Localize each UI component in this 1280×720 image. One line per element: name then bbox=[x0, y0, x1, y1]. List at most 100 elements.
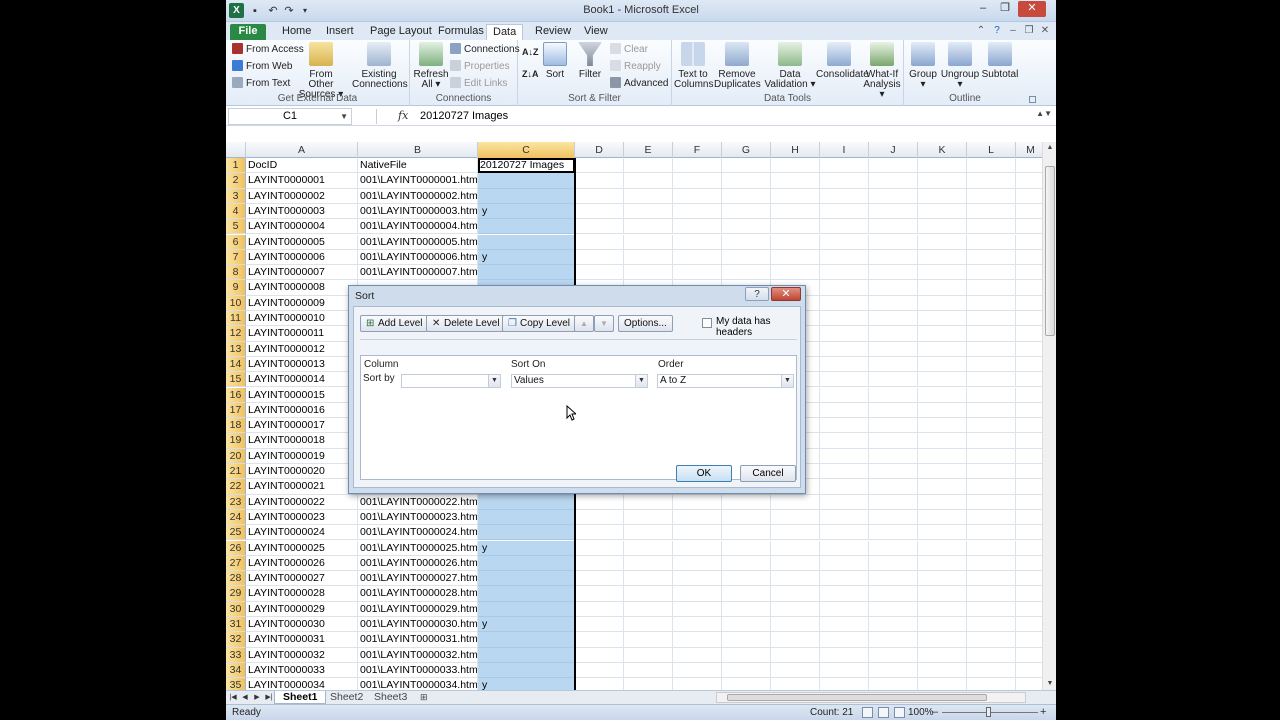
cell-b[interactable]: 001\LAYINT0000032.htm bbox=[358, 647, 478, 663]
cell-empty[interactable] bbox=[918, 433, 967, 449]
cell-empty[interactable] bbox=[967, 280, 1016, 296]
cell-empty[interactable] bbox=[820, 418, 869, 434]
cell-b[interactable]: NativeFile bbox=[358, 158, 478, 174]
cell-empty[interactable] bbox=[575, 647, 624, 663]
from-web-button[interactable]: From Web bbox=[232, 59, 293, 75]
column-header-l[interactable]: L bbox=[967, 142, 1016, 158]
cell-empty[interactable] bbox=[967, 173, 1016, 189]
cell-empty[interactable] bbox=[575, 601, 624, 617]
sort-button[interactable]: Sort bbox=[542, 42, 568, 80]
cell-a[interactable]: LAYINT0000007 bbox=[246, 265, 358, 281]
cell-b[interactable]: 001\LAYINT0000007.htm bbox=[358, 265, 478, 281]
cell-empty[interactable] bbox=[967, 402, 1016, 419]
cell-a[interactable]: LAYINT0000022 bbox=[246, 494, 358, 510]
cell-empty[interactable] bbox=[918, 540, 967, 556]
cell-empty[interactable] bbox=[673, 586, 722, 602]
cell-empty[interactable] bbox=[624, 525, 673, 541]
row-header[interactable]: 7 bbox=[226, 249, 246, 266]
row-header[interactable]: 20 bbox=[226, 448, 246, 464]
vertical-scrollbar[interactable]: ▲ ▼ bbox=[1042, 142, 1056, 690]
column-header-i[interactable]: I bbox=[820, 142, 869, 158]
cell-empty[interactable] bbox=[918, 509, 967, 526]
insert-function-icon[interactable]: fx bbox=[398, 108, 412, 124]
page-layout-view-icon[interactable] bbox=[878, 707, 889, 718]
cell-empty[interactable] bbox=[869, 662, 918, 679]
tab-review[interactable]: Review bbox=[529, 24, 577, 40]
cell-empty[interactable] bbox=[967, 632, 1016, 648]
cell-c[interactable] bbox=[478, 555, 575, 572]
cell-empty[interactable] bbox=[869, 341, 918, 357]
cell-b[interactable]: 001\LAYINT0000002.htm bbox=[358, 188, 478, 204]
cell-a[interactable]: LAYINT0000013 bbox=[246, 356, 358, 373]
cell-empty[interactable] bbox=[967, 479, 1016, 495]
cell-empty[interactable] bbox=[575, 234, 624, 250]
cell-empty[interactable] bbox=[771, 265, 820, 281]
reapply-button[interactable]: Reapply bbox=[610, 59, 661, 75]
cell-empty[interactable] bbox=[771, 158, 820, 174]
cell-empty[interactable] bbox=[624, 601, 673, 617]
order-select[interactable]: A to Z ▼ bbox=[657, 374, 794, 388]
cell-empty[interactable] bbox=[673, 555, 722, 572]
row-header[interactable]: 1 bbox=[226, 158, 246, 174]
cell-empty[interactable] bbox=[918, 571, 967, 587]
cell-empty[interactable] bbox=[771, 571, 820, 587]
cell-a[interactable]: LAYINT0000015 bbox=[246, 387, 358, 403]
cancel-button[interactable]: Cancel bbox=[740, 465, 796, 482]
cell-empty[interactable] bbox=[771, 647, 820, 663]
row-header[interactable]: 14 bbox=[226, 356, 246, 373]
cell-empty[interactable] bbox=[673, 617, 722, 633]
cell-empty[interactable] bbox=[967, 662, 1016, 679]
cell-empty[interactable] bbox=[967, 341, 1016, 357]
cell-empty[interactable] bbox=[967, 265, 1016, 281]
cell-empty[interactable] bbox=[967, 418, 1016, 434]
cell-empty[interactable] bbox=[722, 586, 771, 602]
tab-home[interactable]: Home bbox=[276, 24, 317, 40]
cell-empty[interactable] bbox=[771, 586, 820, 602]
cell-empty[interactable] bbox=[722, 173, 771, 189]
row-header[interactable]: 22 bbox=[226, 479, 246, 495]
cell-a[interactable]: LAYINT0000033 bbox=[246, 662, 358, 679]
sheet-tab-sheet1[interactable]: Sheet1 bbox=[274, 691, 327, 704]
cell-empty[interactable] bbox=[967, 647, 1016, 663]
cell-empty[interactable] bbox=[918, 525, 967, 541]
cell-empty[interactable] bbox=[967, 158, 1016, 174]
cell-empty[interactable] bbox=[869, 571, 918, 587]
cell-empty[interactable] bbox=[918, 402, 967, 419]
hscroll-thumb[interactable] bbox=[727, 694, 987, 701]
cell-empty[interactable] bbox=[869, 601, 918, 617]
cell-empty[interactable] bbox=[918, 295, 967, 311]
column-header-h[interactable]: H bbox=[771, 142, 820, 158]
cell-empty[interactable] bbox=[869, 219, 918, 235]
cell-empty[interactable] bbox=[575, 494, 624, 510]
cell-a[interactable]: LAYINT0000009 bbox=[246, 295, 358, 311]
minimize-icon[interactable]: – bbox=[972, 1, 994, 17]
cell-empty[interactable] bbox=[673, 494, 722, 510]
row-header[interactable]: 27 bbox=[226, 555, 246, 572]
cell-empty[interactable] bbox=[771, 601, 820, 617]
clear-button[interactable]: Clear bbox=[610, 42, 648, 58]
cell-empty[interactable] bbox=[820, 617, 869, 633]
cell-empty[interactable] bbox=[575, 662, 624, 679]
chevron-down-icon[interactable]: ▼ bbox=[781, 375, 793, 387]
cell-empty[interactable] bbox=[673, 632, 722, 648]
cell-empty[interactable] bbox=[673, 571, 722, 587]
cell-empty[interactable] bbox=[918, 203, 967, 220]
cell-empty[interactable] bbox=[869, 647, 918, 663]
cell-a[interactable]: LAYINT0000032 bbox=[246, 647, 358, 663]
cell-empty[interactable] bbox=[820, 234, 869, 250]
cell-empty[interactable] bbox=[771, 188, 820, 204]
page-break-view-icon[interactable] bbox=[894, 707, 905, 718]
next-sheet-icon[interactable]: ▶ bbox=[252, 691, 262, 704]
row-header[interactable]: 6 bbox=[226, 234, 246, 250]
help-icon[interactable]: ? bbox=[990, 24, 1004, 38]
from-access-button[interactable]: From Access bbox=[232, 42, 304, 58]
cell-empty[interactable] bbox=[575, 525, 624, 541]
cell-empty[interactable] bbox=[722, 555, 771, 572]
cell-empty[interactable] bbox=[673, 509, 722, 526]
row-header[interactable]: 11 bbox=[226, 311, 246, 327]
cell-empty[interactable] bbox=[673, 540, 722, 556]
cell-empty[interactable] bbox=[575, 265, 624, 281]
cell-b[interactable]: 001\LAYINT0000031.htm bbox=[358, 632, 478, 648]
select-all-corner[interactable] bbox=[226, 142, 246, 158]
tab-data[interactable]: Data bbox=[486, 24, 524, 40]
